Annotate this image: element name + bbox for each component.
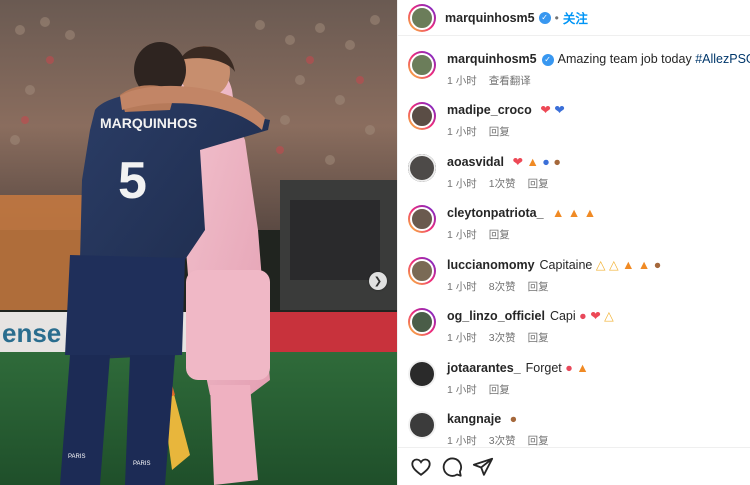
comment-username[interactable]: kangnaje <box>447 412 501 426</box>
comment-username[interactable]: aoasvidal <box>447 155 504 169</box>
comment-list: marquinhosm5 ✓ Amazing team job today #All… <box>398 37 750 447</box>
fire-icon: ▲ <box>583 206 597 220</box>
author-avatar[interactable] <box>408 3 436 32</box>
goat-icon: ● <box>653 258 662 272</box>
reply-button[interactable]: 回复 <box>489 229 510 241</box>
author-username[interactable]: marquinhosm5 <box>445 11 535 25</box>
comment-text: Forget <box>525 361 562 375</box>
reply-button[interactable]: 回复 <box>528 281 549 293</box>
share-icon[interactable] <box>472 456 494 478</box>
list-item: madipe_croco ❤ ❤ 1 小时 回复 <box>408 102 565 139</box>
post-photo[interactable]: ense MARQUINHOS 5 PARIS PARIS ❯ <box>0 0 397 485</box>
comment-time: 1 小时 <box>447 332 477 344</box>
list-item: kangnaje ● 1 小时 3次赞 回复 <box>408 411 561 447</box>
avatar[interactable] <box>408 257 436 285</box>
raising-hands-icon: △ <box>608 258 619 272</box>
comment-icon[interactable] <box>441 456 463 478</box>
comment-time: 1 小时 <box>447 435 477 447</box>
avatar[interactable] <box>408 360 436 388</box>
list-item: aoasvidal ❤ ▲ ● ● 1 小时 1次赞 回复 <box>408 154 561 191</box>
verified-icon: ✓ <box>541 53 554 66</box>
heart-eyes-icon: ● <box>565 361 573 375</box>
globe-icon: ● <box>542 155 550 169</box>
red-heart-icon: ❤ <box>590 309 601 323</box>
photo-illustration: ense MARQUINHOS 5 PARIS PARIS <box>0 0 397 485</box>
comment-time: 1 小时 <box>447 75 477 87</box>
comment-username[interactable]: og_linzo_officiel <box>447 309 545 323</box>
hashtag-link[interactable]: #AllezPSG <box>695 52 750 66</box>
post-header: marquinhosm5 ✓ • 关注 <box>398 0 750 36</box>
comment-username[interactable]: jotaarantes_ <box>447 361 521 375</box>
jersey-name: MARQUINHOS <box>100 115 197 131</box>
list-item: jotaarantes_ Forget ● ▲ 1 小时 回复 <box>408 360 589 397</box>
reply-button[interactable]: 回复 <box>528 332 549 344</box>
ad-board-text: ense <box>2 318 61 348</box>
avatar[interactable] <box>408 205 436 233</box>
comment-time: 1 小时 <box>447 229 477 241</box>
list-item: luccianomomy Capitaine △ △ ▲ ▲ ● 1 小时 8次赞回… <box>408 257 661 294</box>
comment-likes[interactable]: 1次赞 <box>489 178 516 190</box>
sock-text-2: PARIS <box>133 461 151 467</box>
comment-likes[interactable]: 8次赞 <box>489 281 516 293</box>
see-translation-link[interactable]: 查看翻译 <box>489 75 531 87</box>
comment-username[interactable]: madipe_croco <box>447 103 532 117</box>
fire-icon: ▲ <box>552 206 565 220</box>
sock-text: PARIS <box>68 454 86 460</box>
comment-text: Capi <box>549 309 576 323</box>
follow-button[interactable]: 关注 <box>563 8 588 27</box>
comment-text: Capitaine <box>539 258 593 272</box>
fire-icon: ▲ <box>526 155 539 169</box>
avatar[interactable] <box>408 308 436 336</box>
post-modal: ense MARQUINHOS 5 PARIS PARIS ❯ marquinh… <box>0 0 750 485</box>
reply-button[interactable]: 回复 <box>528 178 549 190</box>
comment-username[interactable]: cleytonpatriota_ <box>447 206 544 220</box>
separator-dot: • <box>554 10 559 25</box>
flexed-biceps-icon: ● <box>553 155 561 169</box>
goat-icon: ● <box>509 412 518 426</box>
comments-pane: marquinhosm5 ✓ • 关注 marquinhosm5 ✓ Amazing… <box>397 0 750 485</box>
comment-username[interactable]: luccianomomy <box>447 258 535 272</box>
raising-hands-icon: △ <box>604 309 614 323</box>
comment-time: 1 小时 <box>447 178 477 190</box>
heart-eyes-icon: ● <box>579 309 587 323</box>
caption-item: marquinhosm5 ✓ Amazing team job today #All… <box>408 51 750 88</box>
comment-time: 1 小时 <box>447 384 477 396</box>
avatar[interactable] <box>408 411 436 439</box>
comment-username[interactable]: marquinhosm5 <box>447 52 537 66</box>
raising-hands-icon: △ <box>595 258 606 272</box>
comment-time: 1 小时 <box>447 126 477 138</box>
heart-icon[interactable] <box>410 456 432 478</box>
verified-icon: ✓ <box>538 11 551 24</box>
jersey-number: 5 <box>118 152 147 210</box>
action-bar <box>398 447 750 485</box>
comment-likes[interactable]: 3次赞 <box>489 435 516 447</box>
avatar[interactable] <box>408 102 436 130</box>
avatar[interactable] <box>408 51 436 79</box>
list-item: og_linzo_officiel Capi ● ❤ △ 1 小时 3次赞 回复 <box>408 308 614 345</box>
avatar[interactable] <box>408 154 436 182</box>
fire-icon: ▲ <box>567 206 581 220</box>
fire-icon: ▲ <box>622 258 635 272</box>
chevron-right-icon[interactable]: ❯ <box>369 272 387 290</box>
fire-icon: ▲ <box>637 258 651 272</box>
reply-button[interactable]: 回复 <box>489 384 510 396</box>
reply-button[interactable]: 回复 <box>489 126 510 138</box>
red-heart-icon: ❤ <box>512 155 523 169</box>
list-item: cleytonpatriota_ ▲ ▲ ▲ 1 小时 回复 <box>408 205 596 242</box>
blue-heart-icon: ❤ <box>554 103 565 117</box>
fire-icon: ▲ <box>576 361 589 375</box>
comment-likes[interactable]: 3次赞 <box>489 332 516 344</box>
reply-button[interactable]: 回复 <box>528 435 549 447</box>
red-heart-icon: ❤ <box>540 103 551 117</box>
comment-text: Amazing team job today <box>557 52 692 66</box>
comment-time: 1 小时 <box>447 281 477 293</box>
